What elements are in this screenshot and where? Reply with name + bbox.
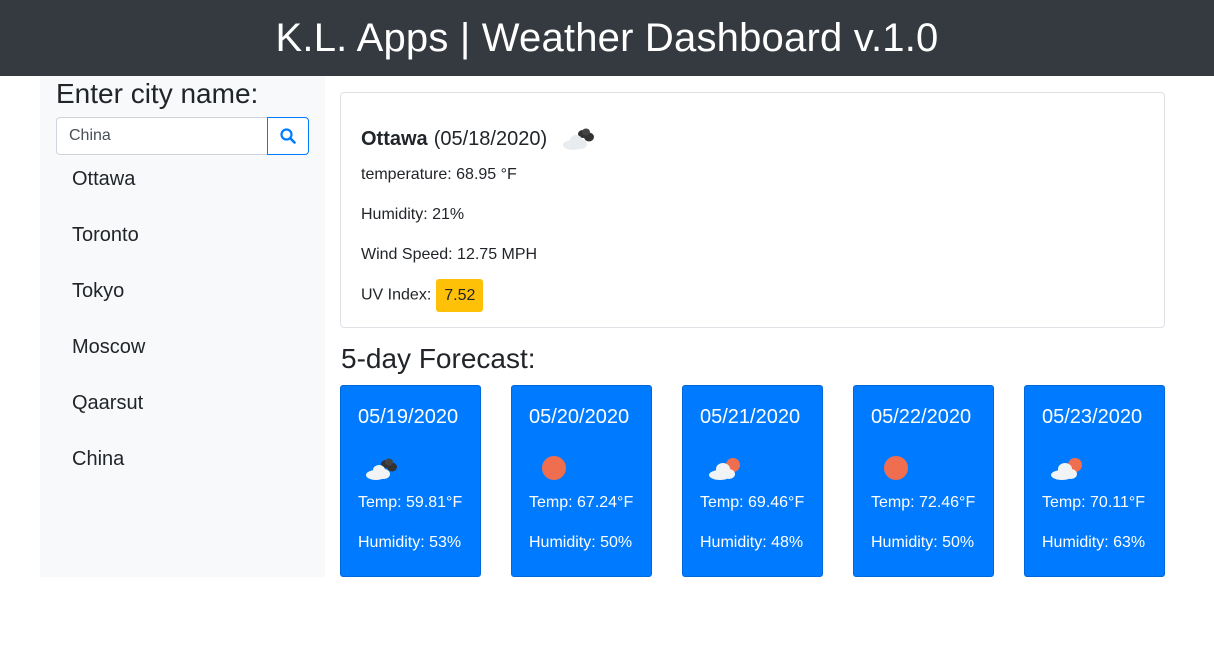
current-date: (05/18/2020): [433, 127, 548, 150]
forecast-date: 05/23/2020: [1042, 406, 1143, 428]
city-item-toronto[interactable]: Toronto: [56, 214, 309, 270]
search-heading: Enter city name:: [56, 78, 259, 109]
clear-sun-icon: [529, 448, 573, 484]
forecast-date: 05/21/2020: [700, 406, 801, 428]
current-uv-row: UV Index: 7.52: [361, 279, 484, 312]
broken-clouds-icon: [358, 448, 402, 484]
forecast-temp: Temp: 67.24°F: [529, 494, 634, 511]
search-icon: [280, 128, 296, 144]
city-item-qaarsut[interactable]: Qaarsut: [56, 382, 309, 438]
search-group: [56, 117, 309, 155]
uv-index-label: UV Index:: [361, 286, 432, 304]
uv-index-badge: 7.52: [436, 279, 484, 312]
search-button[interactable]: [267, 117, 309, 155]
forecast-heading: 5-day Forecast:: [341, 343, 536, 374]
city-item-ottawa[interactable]: Ottawa: [56, 158, 309, 214]
forecast-date: 05/19/2020: [358, 406, 459, 428]
forecast-date: 05/20/2020: [529, 406, 630, 428]
current-weather-card: Ottawa (05/18/2020) temperature: 68.95 °…: [340, 92, 1165, 328]
current-weather-title: Ottawa (05/18/2020): [361, 123, 599, 155]
clear-sun-icon: [871, 448, 915, 484]
forecast-humidity: Humidity: 50%: [529, 534, 633, 551]
forecast-temp: Temp: 72.46°F: [871, 494, 976, 511]
few-clouds-icon: [700, 448, 744, 484]
current-humidity: Humidity: 21%: [361, 206, 465, 223]
current-wind-speed: Wind Speed: 12.75 MPH: [361, 246, 538, 263]
forecast-date: 05/22/2020: [871, 406, 972, 428]
forecast-card-day3: 05/21/2020 Temp: 69.46°F Humidity: 48%: [682, 385, 823, 577]
forecast-humidity: Humidity: 63%: [1042, 534, 1146, 551]
app-header: K.L. Apps | Weather Dashboard v.1.0: [0, 0, 1214, 76]
broken-clouds-icon: [559, 123, 599, 155]
sidebar: Enter city name: Ottawa Toronto Tokyo Mo…: [40, 76, 325, 577]
city-item-tokyo[interactable]: Tokyo: [56, 270, 309, 326]
city-item-moscow[interactable]: Moscow: [56, 326, 309, 382]
current-temperature: temperature: 68.95 °F: [361, 166, 517, 183]
forecast-humidity: Humidity: 53%: [358, 534, 462, 551]
forecast-temp: Temp: 59.81°F: [358, 494, 463, 511]
forecast-humidity: Humidity: 50%: [871, 534, 975, 551]
forecast-temp: Temp: 70.11°F: [1042, 494, 1146, 511]
current-city-name: Ottawa: [361, 127, 428, 150]
city-item-china[interactable]: China: [56, 438, 309, 494]
forecast-card-day1: 05/19/2020 Temp: 59.81°F Humidity: 53%: [340, 385, 481, 577]
few-clouds-icon: [1042, 448, 1086, 484]
forecast-card-day4: 05/22/2020 Temp: 72.46°F Humidity: 50%: [853, 385, 994, 577]
forecast-humidity: Humidity: 48%: [700, 534, 804, 551]
forecast-card-day2: 05/20/2020 Temp: 67.24°F Humidity: 50%: [511, 385, 652, 577]
city-history-list: Ottawa Toronto Tokyo Moscow Qaarsut Chin…: [56, 158, 309, 494]
city-search-input[interactable]: [56, 117, 268, 155]
app-title: K.L. Apps | Weather Dashboard v.1.0: [275, 15, 939, 60]
forecast-card-day5: 05/23/2020 Temp: 70.11°F Humidity: 63%: [1024, 385, 1165, 577]
forecast-temp: Temp: 69.46°F: [700, 494, 805, 511]
